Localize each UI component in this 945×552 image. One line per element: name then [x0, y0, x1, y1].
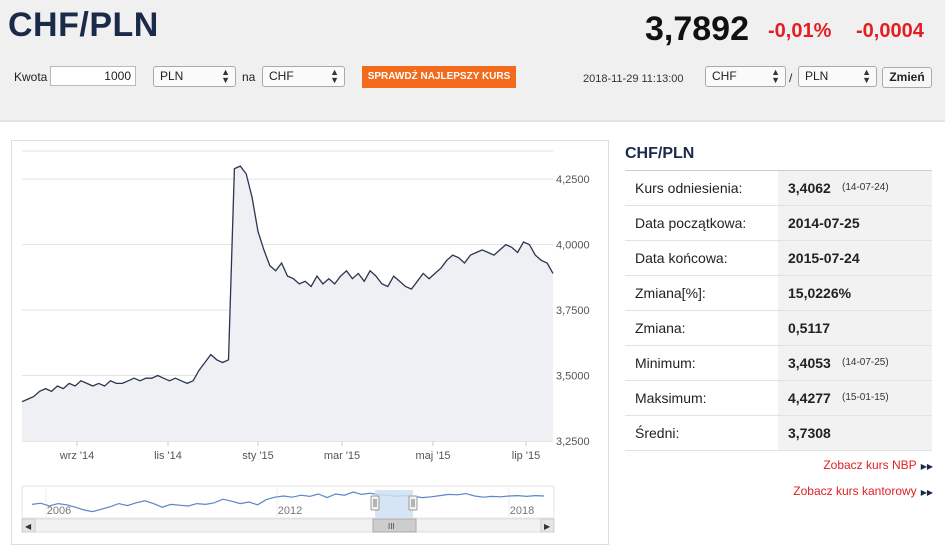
info-label: Średni:	[635, 425, 680, 441]
info-value: 15,0226%	[788, 285, 852, 301]
from-currency-select[interactable]: PLN ▲ ▼	[153, 66, 236, 87]
scroll-right-icon: ▶	[544, 522, 551, 531]
double-arrow-icon: ▶▶	[920, 488, 933, 497]
info-row: Data początkowa: 2014-07-25	[625, 206, 932, 241]
info-date: (14-07-25)	[842, 357, 889, 368]
info-label: Minimum:	[635, 355, 696, 371]
x-tick-label: mar '15	[324, 450, 360, 462]
info-row: Data końcowa: 2015-07-24	[625, 241, 932, 276]
navigator-tick-label: 2006	[47, 505, 71, 517]
info-label: Zmiana:	[635, 320, 686, 336]
page-title: CHF/PLN	[8, 6, 159, 44]
info-row: Zmiana: 0,5117	[625, 311, 932, 346]
amount-input[interactable]: 1000	[50, 66, 136, 86]
best-rate-button[interactable]: SPRAWDŹ NAJLEPSZY KURS	[362, 66, 516, 88]
info-row: Maksimum: 4,4277 (15-01-15)	[625, 381, 932, 416]
info-value: 0,5117	[788, 320, 831, 336]
info-value: 4,4277	[788, 390, 831, 406]
info-value: 2014-07-25	[788, 215, 860, 231]
to-currency-select[interactable]: CHF ▲ ▼	[262, 66, 345, 87]
x-tick-label: wrz '14	[59, 450, 95, 462]
scroll-grip-icon: III	[388, 522, 395, 531]
info-value: 2015-07-24	[788, 250, 860, 266]
info-value: 3,4062	[788, 180, 831, 196]
rate-chart[interactable]: 3,2500 3,5000 3,7500 4,0000 4,2500 wrz '14 li…	[12, 141, 608, 544]
info-value: 3,4053	[788, 355, 831, 371]
double-arrow-icon: ▶▶	[920, 462, 933, 471]
info-row: Kurs odniesienia: 3,4062 (14-07-24)	[625, 171, 932, 206]
pair-quote-value: PLN	[805, 69, 829, 83]
exchange-rate-link[interactable]: Zobacz kurs kantorowy ▶▶	[793, 484, 933, 498]
info-date: (14-07-24)	[842, 182, 889, 193]
change-pair-button[interactable]: Zmień	[882, 67, 932, 88]
from-currency-value: PLN	[160, 69, 184, 83]
info-value-cell: 15,0226%	[778, 276, 932, 310]
y-tick-label: 4,0000	[556, 240, 590, 252]
info-title: CHF/PLN	[625, 145, 695, 162]
info-value-cell: 3,4062 (14-07-24)	[778, 171, 932, 205]
pair-base-select[interactable]: CHF ▲ ▼	[705, 66, 786, 87]
info-value-cell: 2015-07-24	[778, 241, 932, 275]
info-value-cell: 0,5117	[778, 311, 932, 345]
info-value: 3,7308	[788, 425, 831, 441]
select-arrows-icon: ▲ ▼	[221, 67, 230, 85]
navigator-right-handle[interactable]	[408, 495, 418, 511]
nbp-rate-link[interactable]: Zobacz kurs NBP ▶▶	[823, 458, 933, 472]
to-label: na	[242, 70, 256, 84]
x-tick-label: lis '14	[154, 450, 182, 462]
info-label: Data końcowa:	[635, 250, 728, 266]
y-tick-label: 3,2500	[556, 436, 590, 448]
y-tick-label: 3,5000	[556, 371, 590, 383]
navigator-selection[interactable]	[375, 490, 413, 518]
current-rate: 3,7892	[645, 10, 749, 48]
scroll-left-icon: ◀	[25, 522, 32, 531]
to-currency-value: CHF	[269, 69, 294, 83]
info-row: Minimum: 3,4053 (14-07-25)	[625, 346, 932, 381]
x-tick-label: maj '15	[415, 450, 450, 462]
pair-separator: /	[789, 71, 793, 85]
change-percent: -0,01%	[768, 20, 832, 42]
info-label: Zmiana[%]:	[635, 285, 706, 301]
info-row: Zmiana[%]: 15,0226%	[625, 276, 932, 311]
chart-panel: 3,2500 3,5000 3,7500 4,0000 4,2500 wrz '14 li…	[11, 140, 609, 545]
info-label: Data początkowa:	[635, 215, 747, 231]
header-bar: CHF/PLN 3,7892 -0,01% -0,0004 Kwota 1000…	[0, 0, 945, 122]
series-area	[22, 166, 553, 441]
info-value-cell: 2014-07-25	[778, 206, 932, 240]
info-table: Kurs odniesienia: 3,4062 (14-07-24) Data po…	[625, 170, 932, 451]
change-absolute: -0,0004	[856, 20, 924, 42]
y-tick-label: 3,7500	[556, 305, 590, 317]
info-value-cell: 3,7308	[778, 416, 932, 450]
info-label: Maksimum:	[635, 390, 707, 406]
chart-scrollbar[interactable]	[21, 518, 555, 533]
info-date: (15-01-15)	[842, 392, 889, 403]
timestamp: 2018-11-29 11:13:00	[583, 73, 684, 85]
pair-base-value: CHF	[712, 69, 737, 83]
navigator-left-handle[interactable]	[370, 495, 380, 511]
amount-label: Kwota	[14, 70, 48, 84]
select-arrows-icon: ▲ ▼	[771, 67, 780, 85]
x-tick-label: lip '15	[512, 450, 540, 462]
nbp-rate-link-label: Zobacz kurs NBP	[823, 458, 917, 472]
pair-quote-select[interactable]: PLN ▲ ▼	[798, 66, 877, 87]
select-arrows-icon: ▲ ▼	[862, 67, 871, 85]
info-value-cell: 4,4277 (15-01-15)	[778, 381, 932, 415]
select-arrows-icon: ▲ ▼	[330, 67, 339, 85]
exchange-rate-link-label: Zobacz kurs kantorowy	[793, 484, 917, 498]
navigator-tick-label: 2018	[510, 505, 534, 517]
y-tick-label: 4,2500	[556, 174, 590, 186]
x-tick-label: sty '15	[242, 450, 273, 462]
info-label: Kurs odniesienia:	[635, 180, 743, 196]
info-value-cell: 3,4053 (14-07-25)	[778, 346, 932, 380]
info-row: Średni: 3,7308	[625, 416, 932, 451]
navigator-tick-label: 2012	[278, 505, 302, 517]
